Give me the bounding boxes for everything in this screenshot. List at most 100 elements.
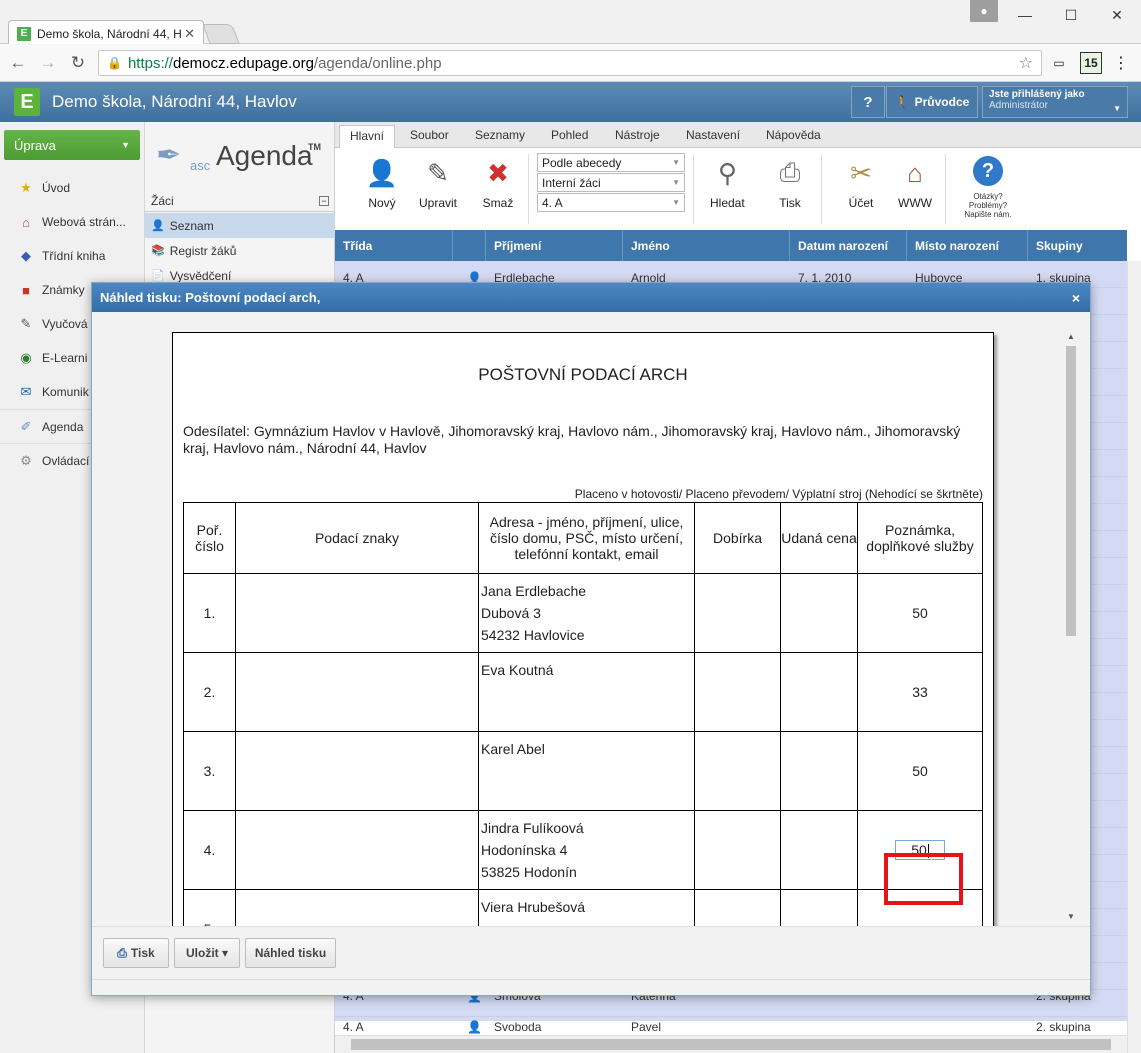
col-misto[interactable]: Místo narození — [907, 230, 1028, 261]
grid-horizontal-scrollbar[interactable] — [335, 1035, 1127, 1053]
menu-icon[interactable]: ⋮ — [1110, 52, 1132, 74]
col-jmeno[interactable]: Jméno — [623, 230, 790, 261]
tab-close-icon[interactable]: ✕ — [184, 26, 195, 42]
bookmark-star-icon[interactable]: ☆ — [1019, 53, 1033, 73]
sidebar-item-label: E-Learni — [42, 351, 88, 365]
maximize-icon[interactable]: ☐ — [1048, 2, 1094, 28]
preview-button[interactable]: Náhled tisku — [245, 938, 336, 968]
col-trida[interactable]: Třída — [335, 230, 453, 261]
delete-button[interactable]: ✖ Smaž — [481, 156, 515, 211]
save-button[interactable]: Uložit ▾ — [174, 938, 240, 968]
new-label: Nový — [368, 196, 396, 210]
dialog-titlebar: Náhled tisku: Poštovní podací arch, × — [92, 283, 1090, 312]
uprava-button[interactable]: Úprava ▼ — [4, 130, 140, 160]
tab-seznamy[interactable]: Seznamy — [475, 128, 525, 142]
section-label: Žáci — [151, 193, 174, 208]
scroll-thumb[interactable] — [1066, 346, 1076, 636]
dialog-close-icon[interactable]: × — [1072, 290, 1080, 306]
house-icon: ⌂ — [22, 214, 30, 230]
col-skupiny[interactable]: Skupiny — [1028, 230, 1127, 261]
cell-note[interactable]: 50 — [857, 573, 983, 653]
login-title: Jste přihlášený jako — [989, 89, 1085, 100]
tab-napoveda[interactable]: Nápověda — [766, 128, 821, 142]
school-title[interactable]: Demo škola, Národní 44, Havlov — [52, 92, 297, 112]
sidebar-item-webova-stranka[interactable]: ⌂ Webová strán... — [0, 205, 145, 239]
collapse-icon[interactable]: − — [319, 195, 329, 206]
preview-scrollbar[interactable]: ▲ ▼ — [1064, 332, 1078, 921]
window-close-icon[interactable]: ✕ — [1094, 2, 1140, 28]
extension-badge[interactable]: 15 — [1080, 52, 1102, 74]
secitem-seznam[interactable]: 👤 Seznam — [145, 213, 335, 238]
scroll-up-icon[interactable]: ▲ — [1067, 332, 1075, 341]
delete-label: Smaž — [482, 196, 514, 210]
reload-icon[interactable]: ↻ — [66, 52, 90, 74]
grid-vertical-scrollbar[interactable] — [1127, 261, 1141, 1053]
profile-icon[interactable]: ● — [970, 0, 998, 22]
sort-select[interactable]: Podle abecedy ▼ — [537, 153, 685, 172]
grades-icon: ■ — [22, 282, 30, 298]
cell-value — [780, 810, 858, 890]
dialog-title: Náhled tisku: Poštovní podací arch, — [100, 290, 321, 305]
col-datum[interactable]: Datum narození — [790, 230, 907, 261]
edit-button[interactable]: ✎ Upravit — [419, 156, 457, 211]
cast-icon[interactable]: ▭ — [1048, 52, 1070, 74]
new-tab-button[interactable] — [202, 24, 240, 44]
col-photo[interactable] — [453, 230, 486, 261]
secitem-registr-zaku[interactable]: 📚 Registr žáků — [145, 238, 335, 263]
cell-note[interactable]: 50 — [857, 731, 983, 811]
account-button[interactable]: ✂ Účet — [844, 156, 878, 211]
print-button[interactable]: ⎙ Tisk — [103, 938, 169, 968]
login-dropdown[interactable]: Jste přihlášený jako Administrátor ▼ — [982, 86, 1128, 118]
cell-marks — [235, 889, 479, 926]
section-zaci[interactable]: Žáci − — [145, 190, 335, 212]
forward-icon[interactable]: → — [36, 52, 60, 74]
address-line: Hodonínska 4 — [481, 842, 568, 858]
sidebar-item-label: Komunik — [42, 385, 89, 399]
back-icon[interactable]: ← — [6, 52, 30, 74]
logo-tm: TM — [308, 142, 321, 152]
guide-button[interactable]: 🚶 Průvodce — [886, 86, 978, 118]
sidebar-item-tridni-kniha[interactable]: ◆ Třídní kniha — [0, 239, 145, 273]
cell-value — [780, 573, 858, 653]
tab-pohled[interactable]: Pohled — [551, 128, 588, 142]
tab-nastaveni[interactable]: Nastavení — [686, 128, 740, 142]
mail-table: Poř. číslo Podací znaky Adresa - jméno, … — [183, 502, 983, 926]
tab-nastroje[interactable]: Nástroje — [615, 128, 660, 142]
tab-soubor[interactable]: Soubor — [410, 128, 449, 142]
sidebar-item-uvod[interactable]: ★ Úvod — [0, 171, 145, 205]
star-icon: ★ — [20, 180, 32, 195]
cell-marks — [235, 573, 479, 653]
cell-num: 4. — [183, 810, 236, 890]
student-icon: 👤 — [151, 220, 165, 232]
new-button[interactable]: 👤 Nový — [365, 156, 399, 211]
scroll-thumb[interactable] — [351, 1039, 1111, 1050]
footer-divider — [92, 979, 1090, 980]
type-select[interactable]: Interní žáci ▼ — [537, 173, 685, 192]
sort-select-value: Podle abecedy — [542, 155, 622, 170]
account-label: Účet — [848, 196, 874, 210]
col-prijmeni[interactable]: Příjmení — [486, 230, 623, 261]
cell-cod — [694, 889, 781, 926]
address-bar[interactable]: 🔒 https:// democz.edupage.org /agenda/on… — [98, 50, 1042, 76]
www-button[interactable]: ⌂ WWW — [898, 156, 932, 211]
edupage-logo[interactable]: E — [14, 88, 40, 116]
address-line: 54232 Havlovice — [481, 627, 585, 643]
magnifier-icon: ⚲ — [717, 157, 737, 188]
ribbon-separator — [945, 154, 946, 224]
minimize-icon[interactable]: — — [1002, 2, 1048, 28]
scroll-down-icon[interactable]: ▼ — [1067, 912, 1075, 921]
cell-address: Jana Erdlebache Dubová 3 54232 Havlovice — [478, 573, 695, 653]
help-button[interactable]: ? — [851, 86, 885, 118]
table-header-row: Poř. číslo Podací znaky Adresa - jméno, … — [183, 502, 983, 574]
class-select[interactable]: 4. A ▼ — [537, 193, 685, 212]
ascagenda-logo: ✒ asc Agenda TM — [156, 132, 326, 176]
print-button[interactable]: ⎙ Tisk — [773, 156, 807, 210]
cell-note[interactable]: 33 — [857, 652, 983, 732]
tab-hlavni[interactable]: Hlavní — [339, 125, 396, 148]
document-sender: Odesílatel: Gymnázium Havlov v Havlově, … — [183, 423, 961, 456]
questions-button[interactable]: ? Otázky? Problémy? Napište nám. — [953, 156, 1023, 219]
chevron-down-icon: ▼ — [672, 158, 680, 167]
browser-tab[interactable]: E Demo škola, Národní 44, H ✕ — [8, 20, 204, 46]
dialog-footer: ⎙ Tisk Uložit ▾ Náhled tisku — [92, 926, 1090, 995]
find-button[interactable]: ⚲ Hledat — [710, 156, 745, 211]
